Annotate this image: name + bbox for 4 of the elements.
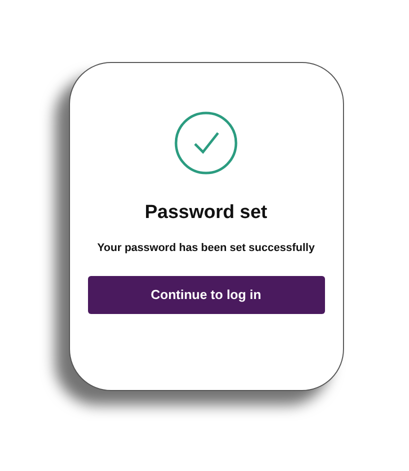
check-circle-icon: [174, 111, 238, 175]
dialog-message: Your password has been set successfully: [97, 240, 315, 256]
dialog-title: Password set: [144, 201, 268, 225]
continue-button[interactable]: Continue to log in: [88, 276, 324, 314]
